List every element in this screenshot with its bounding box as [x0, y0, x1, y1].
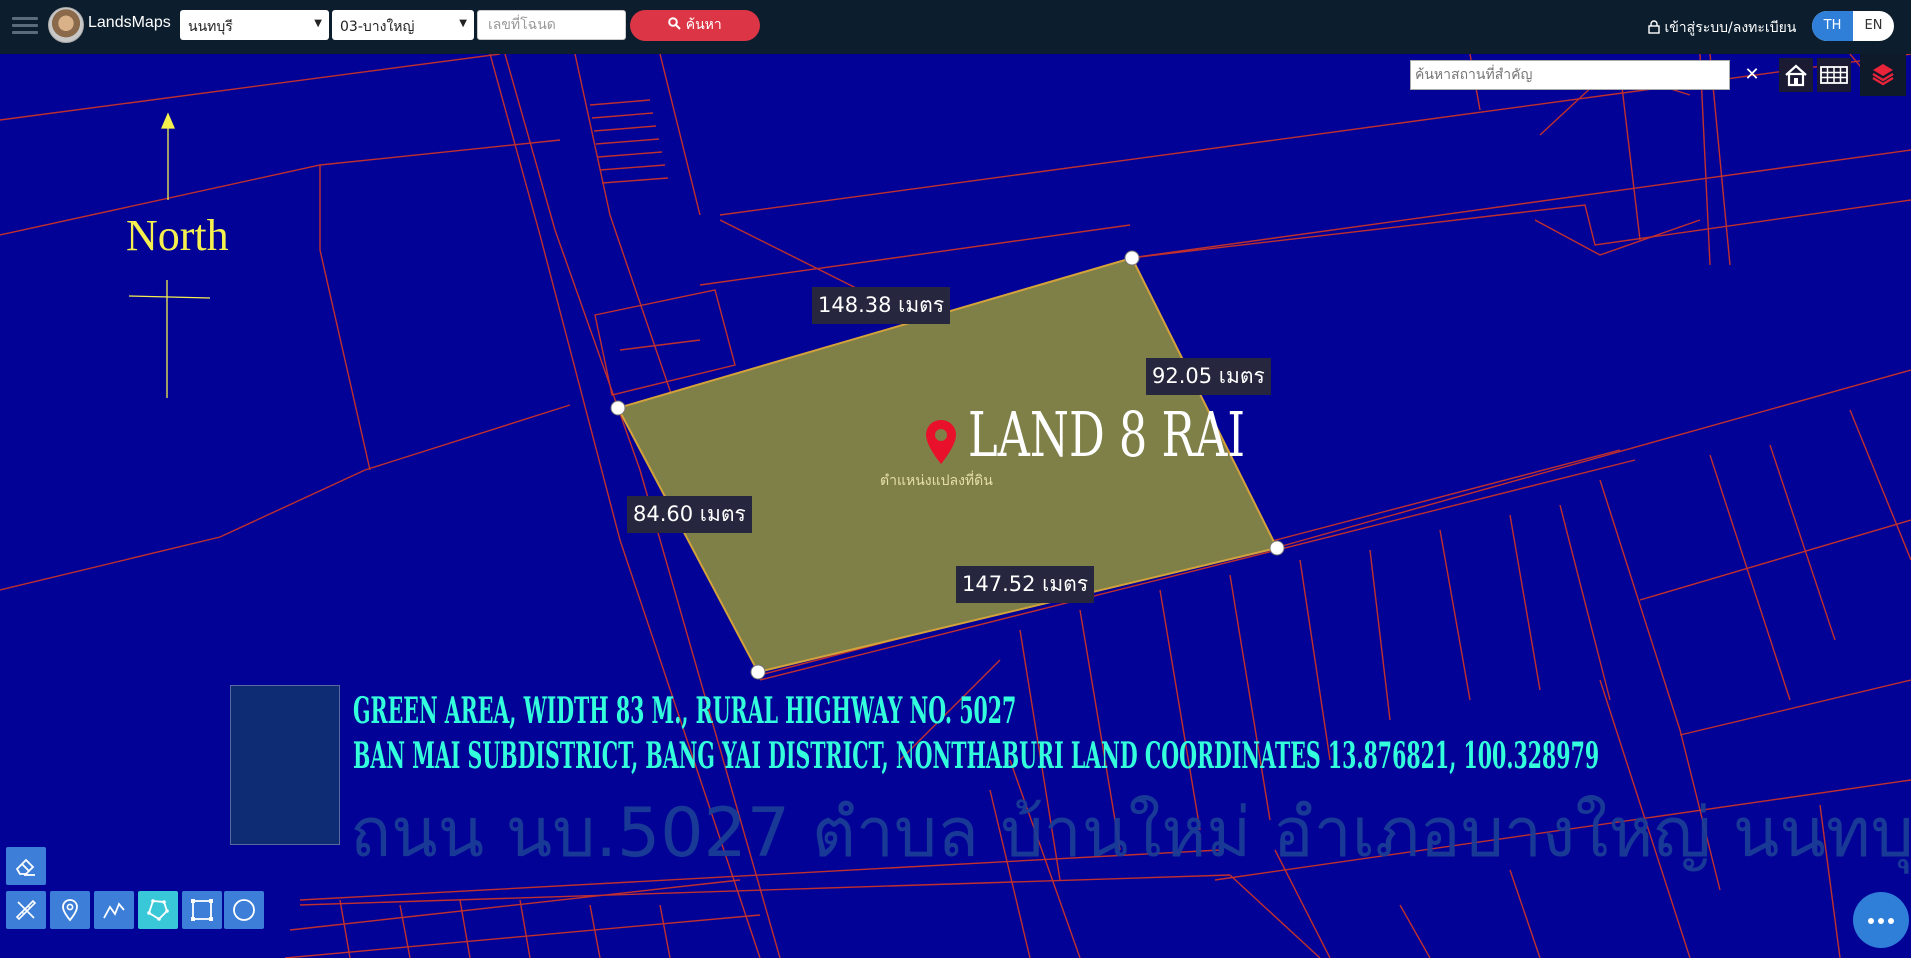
caption-line-1: GREEN AREA, WIDTH 83 M., RURAL HIGHWAY N…: [353, 690, 1017, 732]
province-value: นนทบุรี: [188, 19, 233, 35]
ruler-tool[interactable]: [6, 891, 46, 929]
login-link[interactable]: เข้าสู่ระบบ/ลงทะเบียน: [1648, 17, 1796, 39]
place-search-input[interactable]: [1410, 60, 1730, 90]
polyline-tool[interactable]: [94, 891, 134, 929]
land-title: LAND 8 RAI: [968, 398, 1245, 471]
district-select[interactable]: 03-บางใหญ่ ▼: [332, 10, 474, 40]
top-bar: LandsMaps นนทบุรี ▼ 03-บางใหญ่ ▼ ค้นหา เ…: [0, 0, 1911, 54]
polygon-icon: [147, 899, 169, 921]
dimension-label-bottom: 147.52 เมตร: [956, 566, 1095, 603]
home-button[interactable]: [1779, 58, 1813, 92]
north-label: North: [126, 211, 229, 260]
lang-th-button[interactable]: TH: [1812, 11, 1853, 41]
search-button[interactable]: ค้นหา: [630, 10, 760, 41]
language-toggle: TH EN: [1812, 11, 1894, 41]
lock-icon: [1648, 20, 1660, 34]
pin-label: ตำแหน่งแปลงที่ดิน: [880, 473, 993, 489]
dimension-label-right: 92.05 เมตร: [1146, 358, 1271, 395]
chevron-down-icon: ▼: [459, 18, 467, 29]
search-icon: [668, 17, 681, 30]
caption-panel: [230, 685, 340, 845]
province-select[interactable]: นนทบุรี ▼: [180, 10, 329, 40]
district-value: 03-บางใหญ่: [340, 19, 415, 35]
eraser-tool[interactable]: [6, 847, 46, 885]
grid-button[interactable]: [1817, 58, 1851, 92]
rectangle-icon: [191, 899, 213, 921]
layers-icon: [1872, 64, 1894, 86]
ruler-icon: [15, 899, 37, 921]
marker-tool[interactable]: [50, 891, 90, 929]
chat-button[interactable]: [1853, 892, 1909, 948]
location-pin-icon[interactable]: [924, 418, 958, 466]
clear-search-button[interactable]: ✕: [1735, 60, 1769, 90]
circle-tool[interactable]: [224, 891, 264, 929]
deed-number-input[interactable]: [477, 10, 626, 40]
eraser-icon: [15, 858, 35, 876]
dimension-label-top: 148.38 เมตร: [812, 287, 951, 324]
polyline-icon: [103, 902, 125, 919]
caption-line-2: BAN MAI SUBDISTRICT, BANG YAI DISTRICT, …: [353, 735, 1600, 777]
app-logo[interactable]: [48, 7, 84, 43]
app-title: LandsMaps: [88, 14, 171, 31]
grid-icon: [1820, 66, 1848, 84]
circle-icon: [233, 899, 255, 921]
polygon-tool[interactable]: [138, 891, 178, 929]
chevron-down-icon: ▼: [314, 18, 322, 29]
lang-en-button[interactable]: EN: [1853, 11, 1894, 41]
home-icon: [1785, 64, 1807, 87]
more-dots-icon: [1868, 918, 1874, 924]
pin-icon: [62, 899, 78, 922]
caption-thai: ถนน นบ.5027 ตำบล บ้านใหม่ อำเภอบางใหญ่ น…: [350, 794, 1911, 873]
login-label: เข้าสู่ระบบ/ลงทะเบียน: [1664, 20, 1797, 36]
rectangle-tool[interactable]: [182, 891, 222, 929]
layers-button[interactable]: [1860, 54, 1906, 96]
search-button-label: ค้นหา: [685, 17, 722, 33]
menu-icon[interactable]: [12, 14, 38, 36]
dimension-label-left: 84.60 เมตร: [627, 496, 752, 533]
